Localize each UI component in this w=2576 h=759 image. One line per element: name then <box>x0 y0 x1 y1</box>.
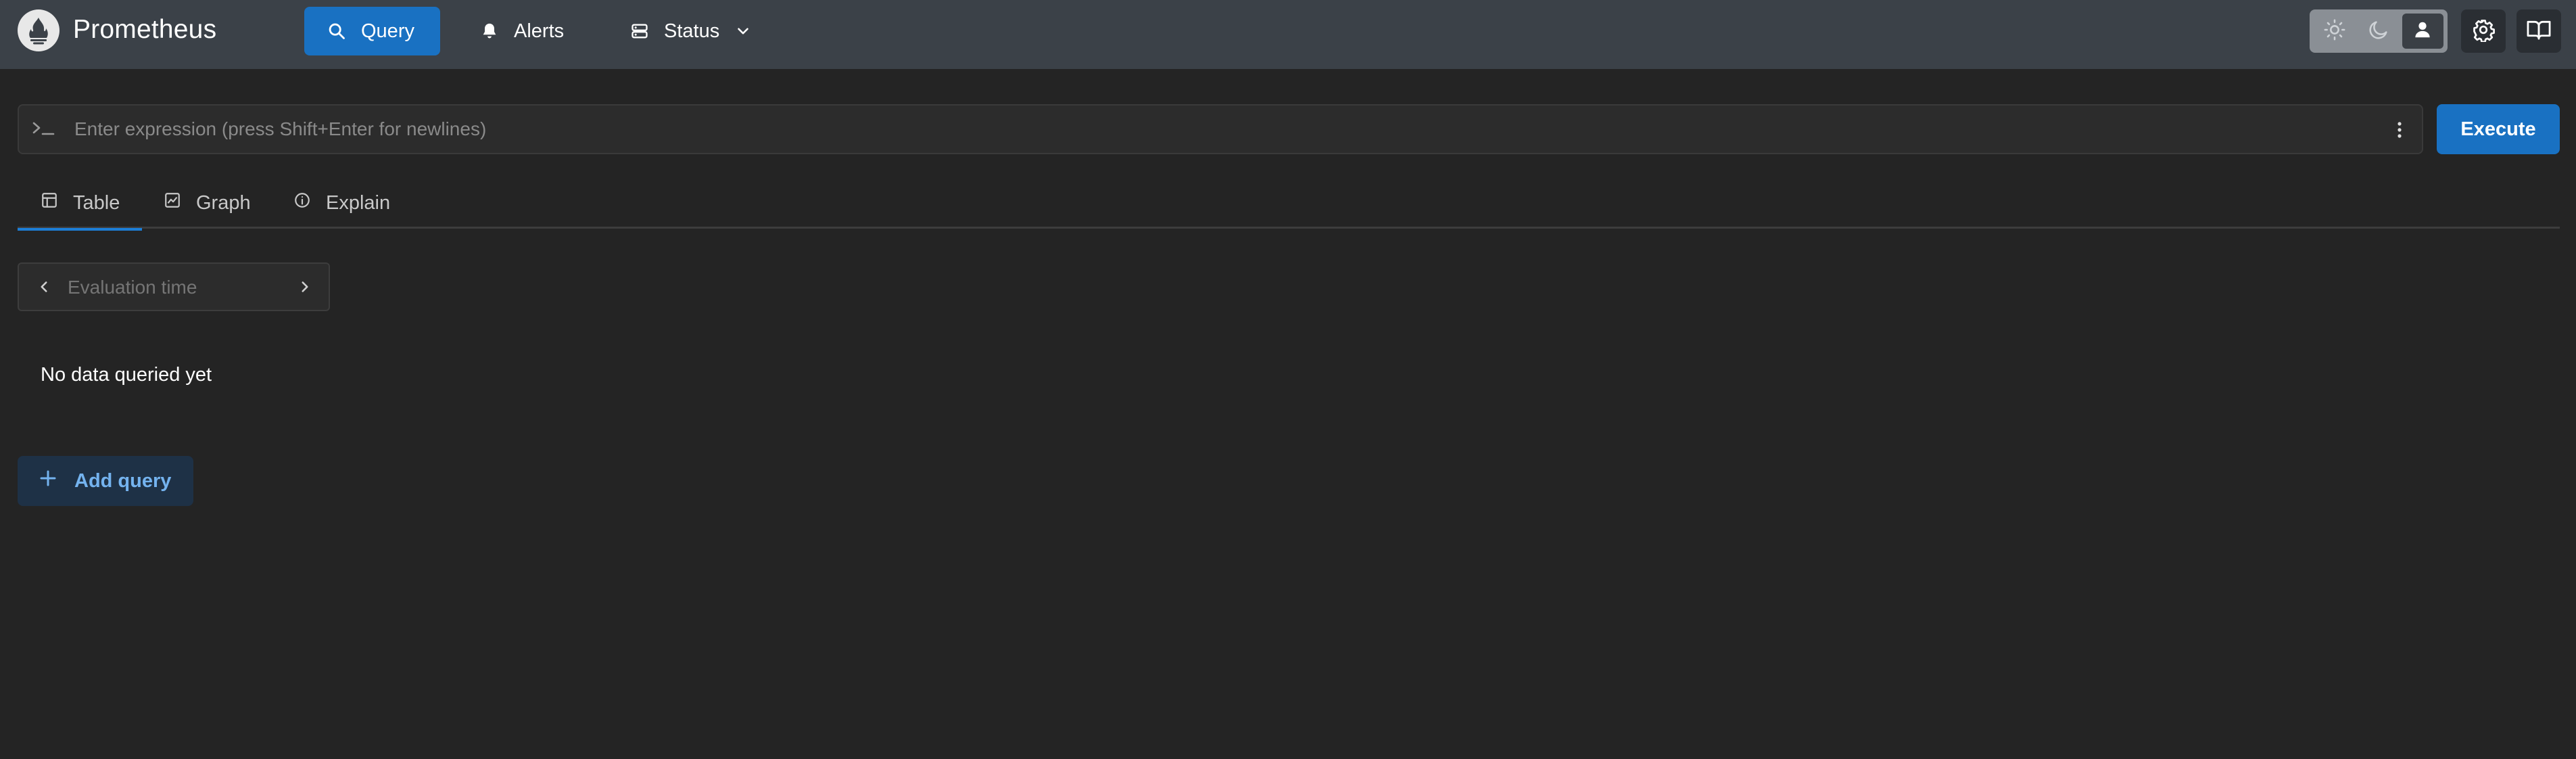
docs-button[interactable] <box>2517 9 2561 53</box>
tab-table-label: Table <box>73 191 120 214</box>
execute-button[interactable]: Execute <box>2437 104 2560 154</box>
sun-icon <box>2323 18 2346 45</box>
settings-button[interactable] <box>2461 9 2506 53</box>
theme-auto-button[interactable] <box>2402 14 2443 49</box>
gear-icon <box>2471 18 2496 45</box>
graph-icon <box>164 191 181 214</box>
add-query-button[interactable]: Add query <box>18 456 193 506</box>
tab-table[interactable]: Table <box>18 177 142 231</box>
nav-query-button[interactable]: Query <box>304 7 440 55</box>
brand-title[interactable]: Prometheus <box>73 15 216 45</box>
table-icon <box>41 191 58 214</box>
nav-alerts-label: Alerts <box>514 20 565 42</box>
theme-toggle-group <box>2310 9 2448 53</box>
tab-graph-label: Graph <box>196 191 251 214</box>
nav-status-label: Status <box>664 20 720 42</box>
book-icon <box>2526 18 2552 45</box>
top-navbar: Prometheus Query Alerts Status <box>0 0 2576 69</box>
result-tabs: Table Graph Explain <box>18 177 2560 231</box>
prometheus-logo-icon[interactable] <box>18 9 59 51</box>
bell-icon <box>480 22 499 41</box>
user-icon <box>2412 18 2433 45</box>
theme-light-button[interactable] <box>2314 14 2355 49</box>
plus-icon <box>38 468 58 494</box>
theme-dark-button[interactable] <box>2358 14 2399 49</box>
server-icon <box>630 22 649 41</box>
chevron-left-icon[interactable] <box>35 277 53 300</box>
tab-explain-label: Explain <box>326 191 391 214</box>
evaluation-time-picker[interactable]: Evaluation time <box>18 262 330 311</box>
expression-bar <box>18 104 2423 154</box>
info-icon <box>293 191 311 214</box>
search-icon <box>327 22 346 41</box>
more-options-icon[interactable] <box>2395 119 2404 144</box>
chevron-right-icon[interactable] <box>296 277 314 300</box>
evaluation-time-placeholder: Evaluation time <box>68 277 197 298</box>
nav-status-dropdown[interactable]: Status <box>607 7 775 55</box>
empty-result-text: No data queried yet <box>41 364 212 386</box>
tab-explain[interactable]: Explain <box>293 177 390 229</box>
terminal-prompt-icon <box>31 118 57 144</box>
nav-alerts-button[interactable]: Alerts <box>457 7 587 55</box>
tab-graph[interactable]: Graph <box>164 177 251 229</box>
moon-icon <box>2367 18 2390 45</box>
add-query-label: Add query <box>74 469 172 492</box>
chevron-down-icon <box>734 22 752 40</box>
nav-query-label: Query <box>361 20 414 42</box>
expression-input[interactable] <box>74 106 2360 153</box>
